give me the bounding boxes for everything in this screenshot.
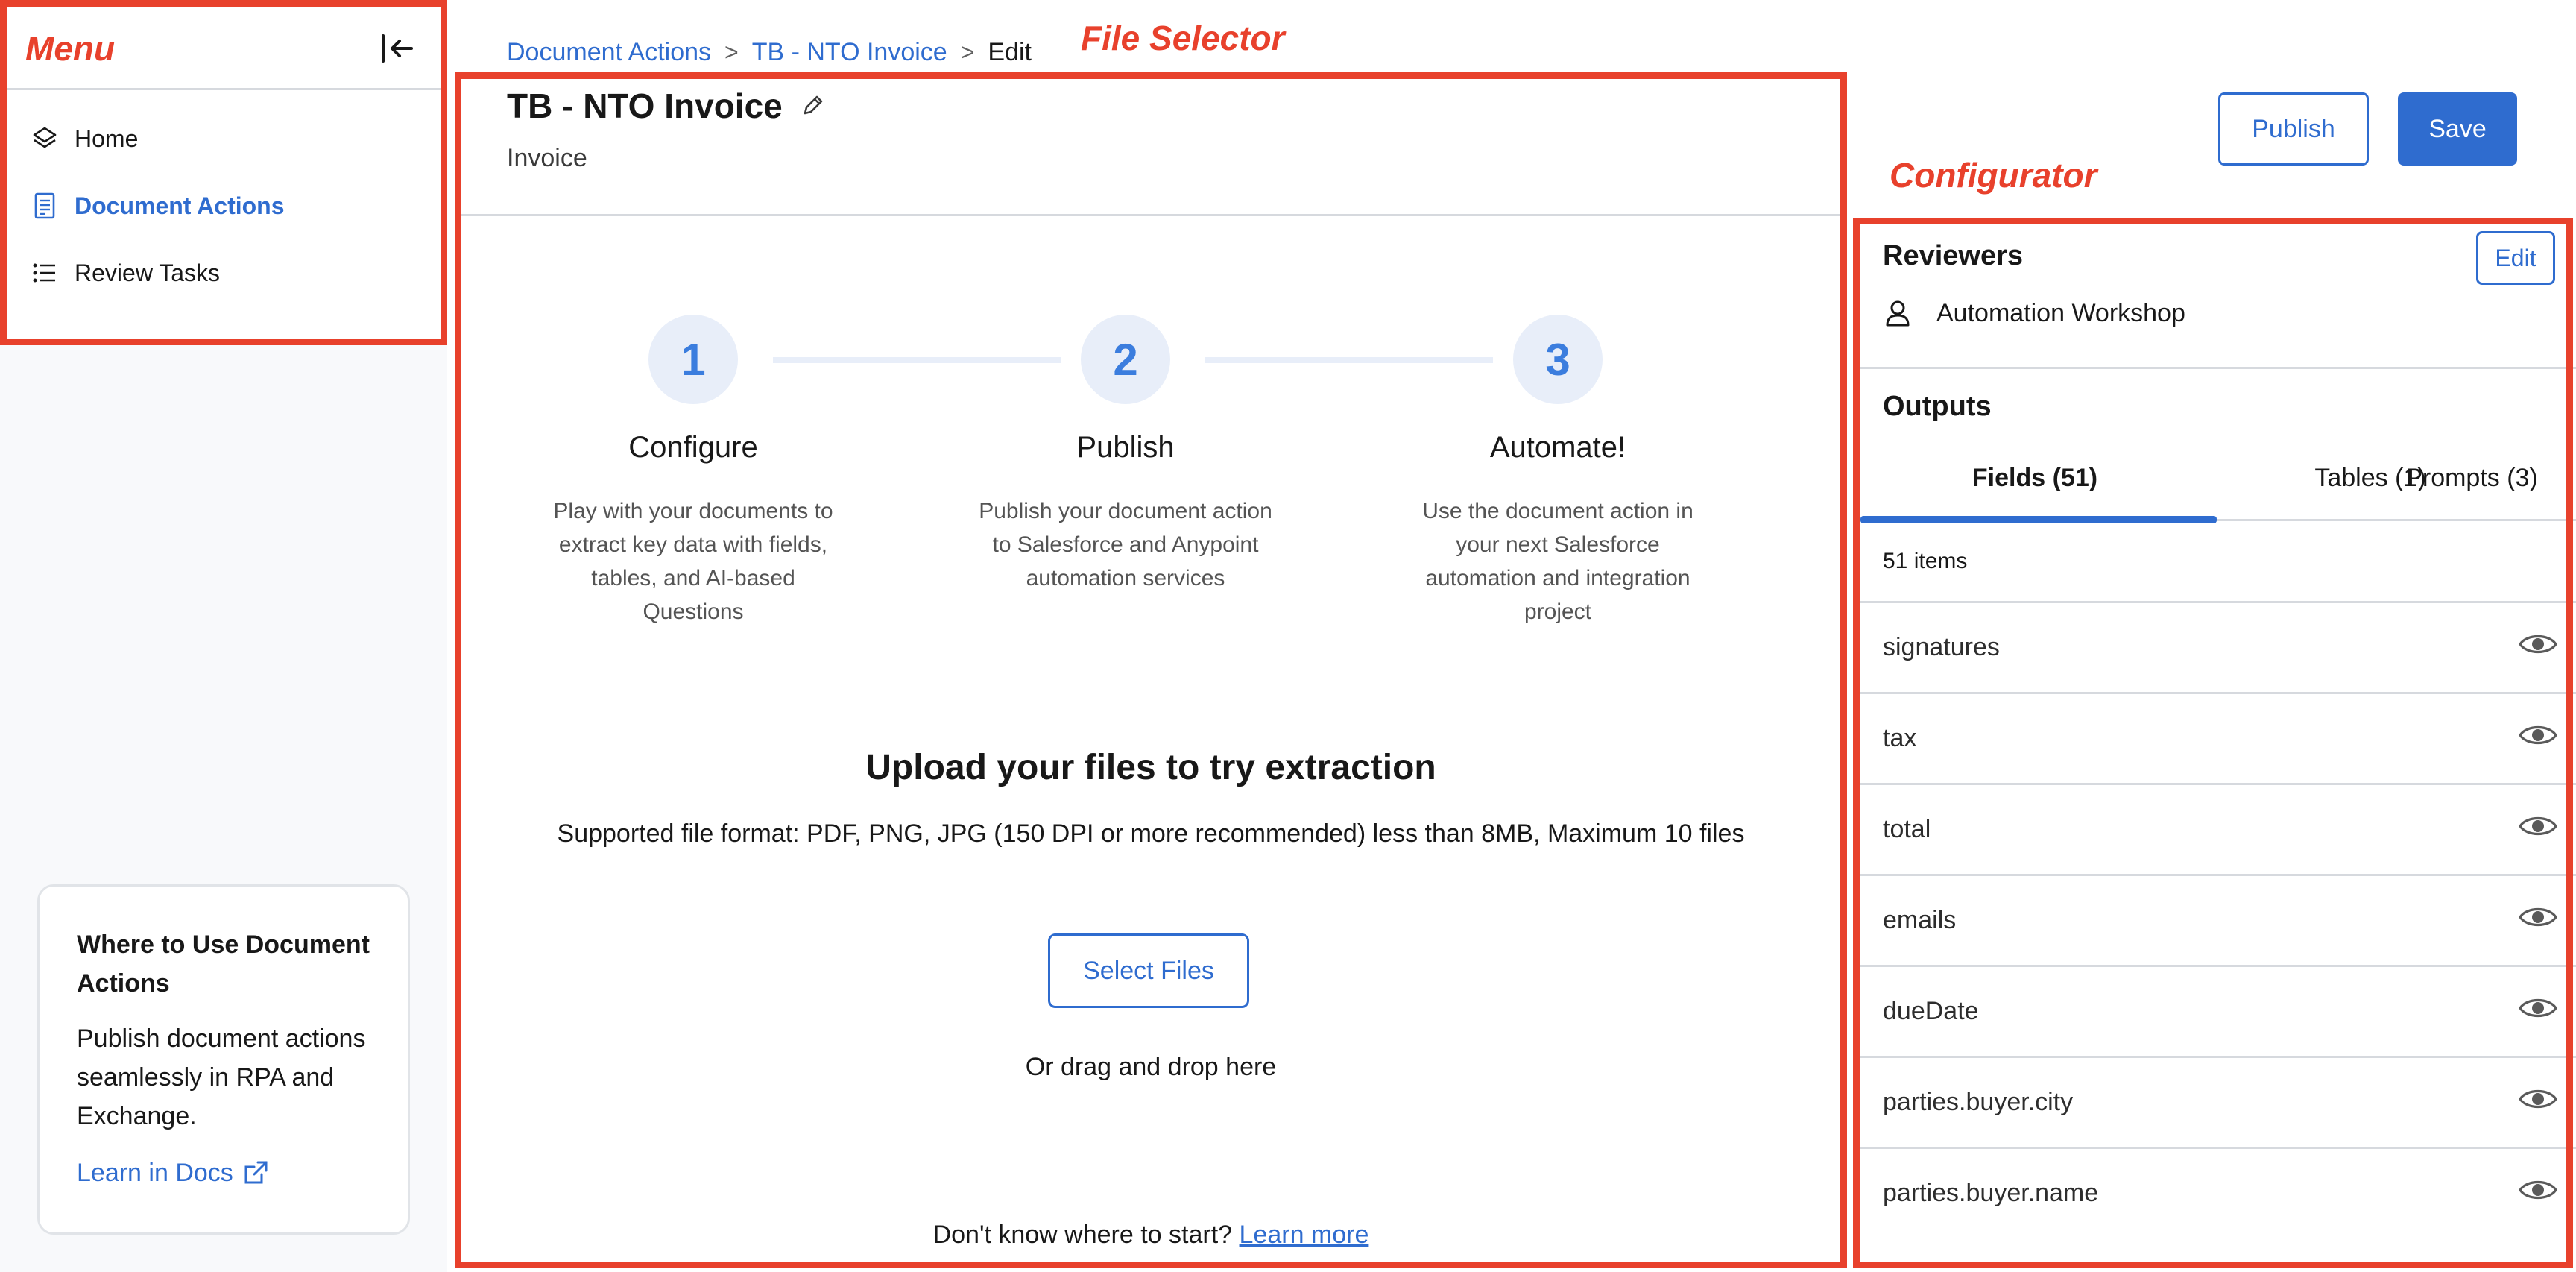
breadcrumb: Document Actions > TB - NTO Invoice > Ed… — [507, 34, 1032, 70]
select-files-button[interactable]: Select Files — [1048, 933, 1249, 1008]
file-selector-panel: TB - NTO Invoice Invoice 1 Configure Pla… — [455, 72, 1847, 1265]
breadcrumb-current: Edit — [988, 37, 1032, 66]
list-icon — [30, 258, 60, 288]
step-number: 2 — [1081, 315, 1170, 404]
sidebar-item-home[interactable]: Home — [30, 116, 138, 161]
menu-divider — [7, 88, 441, 90]
edit-reviewers-button[interactable]: Edit — [2476, 231, 2555, 285]
learn-link-label: Learn in Docs — [77, 1158, 233, 1187]
items-count: 51 items — [1883, 549, 1968, 573]
info-card-body: Publish document actions seamlessly in R… — [77, 1024, 366, 1130]
step-description: Use the document action in your next Sal… — [1422, 499, 1693, 624]
info-card-title: Where to Use Document Actions — [77, 931, 370, 998]
info-card: Where to Use Document Actions Publish do… — [37, 884, 410, 1235]
header-divider — [455, 214, 1847, 216]
field-name: dueDate — [1883, 997, 1979, 1025]
field-row[interactable]: total — [1856, 783, 2576, 874]
field-row[interactable]: dueDate — [1856, 965, 2576, 1056]
field-name: parties.buyer.city — [1883, 1088, 2074, 1116]
pencil-icon[interactable] — [799, 92, 826, 119]
configurator-panel: Reviewers Edit Automation Workshop Outpu… — [1856, 218, 2576, 1272]
breadcrumb-document-actions[interactable]: Document Actions — [507, 38, 711, 67]
layers-icon — [30, 124, 60, 154]
field-name: emails — [1883, 906, 1957, 934]
step-configure: 1 Configure Play with your documents to … — [507, 315, 880, 629]
document-title: TB - NTO Invoice — [507, 86, 783, 125]
step-automate: 3 Automate! Use the document action in y… — [1371, 315, 1744, 629]
document-icon — [30, 191, 60, 221]
upload-formats: Supported file format: PDF, PNG, JPG (15… — [557, 819, 1745, 848]
field-row[interactable]: parties.buyer.name — [1856, 1147, 2576, 1238]
step-number: 3 — [1513, 315, 1603, 404]
start-help: Don't know where to start? Learn more — [455, 1221, 1847, 1250]
tab-fields[interactable]: Fields (51) — [1886, 464, 2184, 509]
reviewer-item: Automation Workshop — [1883, 298, 2185, 328]
field-name: signatures — [1883, 633, 2000, 661]
section-divider — [1856, 367, 2576, 369]
eye-icon[interactable] — [2518, 902, 2558, 939]
user-icon — [1886, 300, 1910, 327]
field-name: parties.buyer.name — [1883, 1179, 2099, 1207]
active-tab-indicator — [1860, 516, 2217, 523]
document-type: Invoice — [507, 144, 587, 172]
field-row[interactable]: tax — [1856, 692, 2576, 783]
eye-icon[interactable] — [2518, 629, 2558, 666]
sidebar-item-label: Home — [75, 125, 139, 152]
field-row[interactable]: emails — [1856, 874, 2576, 965]
configurator-annotation-label: Configurator — [1890, 156, 2097, 195]
field-name: tax — [1883, 724, 1917, 752]
breadcrumb-separator: > — [960, 38, 975, 66]
learn-more-link[interactable]: Learn more — [1240, 1221, 1369, 1249]
step-publish: 2 Publish Publish your document action t… — [939, 315, 1312, 595]
tab-prompts[interactable]: Prompts (3) — [2375, 464, 2569, 509]
drag-drop-hint: Or drag and drop here — [1025, 1053, 1277, 1081]
collapse-sidebar-icon[interactable] — [379, 33, 414, 64]
outputs-title: Outputs — [1883, 391, 1992, 422]
field-row[interactable]: signatures — [1856, 601, 2576, 692]
eye-icon[interactable] — [2518, 1175, 2558, 1212]
sidebar-item-label: Document Actions — [75, 192, 285, 219]
save-button[interactable]: Save — [2398, 92, 2517, 166]
field-name: total — [1883, 815, 1931, 843]
menu-annotation-label: Menu — [25, 29, 116, 68]
breadcrumb-document[interactable]: TB - NTO Invoice — [752, 38, 947, 67]
breadcrumb-separator: > — [724, 38, 739, 66]
step-number: 1 — [648, 315, 738, 404]
field-list: signatures tax total emails dueDate parties.b… — [1856, 601, 2576, 1238]
step-title: Configure — [628, 431, 758, 464]
sidebar-item-label: Review Tasks — [75, 259, 221, 286]
help-text: Don't know where to start? — [932, 1221, 1233, 1249]
eye-icon[interactable] — [2518, 720, 2558, 757]
eye-icon[interactable] — [2518, 811, 2558, 848]
step-description: Play with your documents to extract key … — [553, 499, 833, 624]
step-description: Publish your document action to Salesfor… — [979, 499, 1272, 591]
step-title: Automate! — [1489, 431, 1626, 464]
step-title: Publish — [1076, 431, 1175, 464]
reviewer-name: Automation Workshop — [1936, 298, 2185, 327]
page-title: TB - NTO Invoice — [507, 86, 826, 126]
learn-in-docs-link[interactable]: Learn in Docs — [77, 1158, 370, 1188]
file-selector-annotation-label: File Selector — [1081, 19, 1285, 57]
sidebar-item-document-actions[interactable]: Document Actions — [30, 183, 285, 228]
sidebar: Home Document Actions Review Tasks Where… — [0, 0, 447, 1272]
upload-title: Upload your files to try extraction — [865, 748, 1436, 787]
external-link-icon — [244, 1161, 268, 1184]
publish-button[interactable]: Publish — [2218, 92, 2369, 166]
eye-icon[interactable] — [2518, 993, 2558, 1030]
reviewers-title: Reviewers — [1883, 240, 2024, 271]
sidebar-item-review-tasks[interactable]: Review Tasks — [30, 251, 220, 295]
field-row[interactable]: parties.buyer.city — [1856, 1056, 2576, 1147]
eye-icon[interactable] — [2518, 1084, 2558, 1121]
